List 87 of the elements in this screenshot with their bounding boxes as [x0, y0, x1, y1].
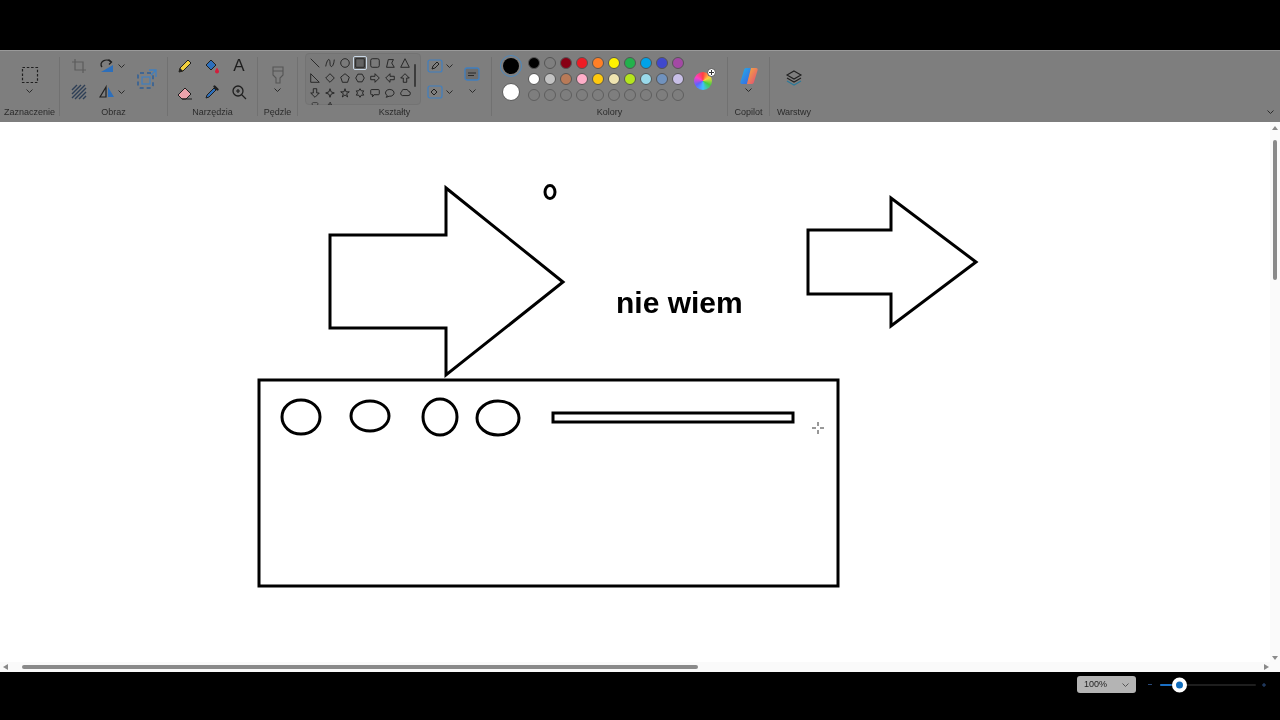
- six-point-star-icon[interactable]: [353, 86, 367, 100]
- color-swatch-icon[interactable]: [592, 57, 604, 69]
- brush-icon[interactable]: [270, 66, 285, 84]
- up-arrow-icon[interactable]: [398, 71, 412, 85]
- shape-style-icon[interactable]: [463, 65, 481, 83]
- color-wheel-icon[interactable]: [694, 68, 716, 90]
- text-tool-button[interactable]: A: [231, 58, 247, 74]
- zoom-dropdown[interactable]: 100%: [1077, 676, 1136, 693]
- group-label: Pędzle: [263, 106, 292, 119]
- diamond-icon[interactable]: [323, 71, 337, 85]
- scroll-up-icon[interactable]: [1272, 126, 1278, 130]
- curve-icon[interactable]: [323, 56, 337, 70]
- color-swatch-icon[interactable]: [672, 57, 684, 69]
- four-point-star-icon[interactable]: [323, 86, 337, 100]
- oval-shape: [543, 184, 557, 200]
- scroll-left-icon[interactable]: [3, 664, 8, 670]
- right-triangle-icon[interactable]: [308, 71, 322, 85]
- chevron-down-icon[interactable]: [118, 90, 125, 94]
- chevron-down-icon[interactable]: [446, 64, 453, 68]
- oval-shape: [349, 399, 391, 433]
- scroll-down-icon[interactable]: [1272, 656, 1278, 660]
- color-swatch-icon[interactable]: [528, 57, 540, 69]
- color-swatch-icon[interactable]: [544, 73, 556, 85]
- rotate-icon[interactable]: [99, 58, 115, 74]
- star-icon[interactable]: [338, 86, 352, 100]
- color-swatch-icon[interactable]: [608, 73, 620, 85]
- oval-shape: [280, 398, 322, 436]
- color-swatch-icon[interactable]: [576, 73, 588, 85]
- color-swatch-icon[interactable]: [656, 57, 668, 69]
- triangle-icon[interactable]: [398, 56, 412, 70]
- group-label: Kształty: [378, 106, 411, 119]
- rectangle-icon[interactable]: [353, 56, 367, 70]
- zoom-icon[interactable]: [231, 84, 247, 100]
- selection-icon[interactable]: [20, 66, 39, 84]
- chevron-down-icon[interactable]: [26, 89, 33, 93]
- flip-icon[interactable]: [99, 84, 115, 100]
- chevron-down-icon[interactable]: [1267, 110, 1274, 114]
- group-label: Zaznaczenie: [4, 106, 55, 119]
- chevron-down-icon[interactable]: [274, 88, 281, 92]
- color-swatch-icon[interactable]: [624, 73, 636, 85]
- chevron-down-icon[interactable]: [1122, 682, 1129, 687]
- layers-icon[interactable]: [785, 69, 803, 87]
- color-picker-icon[interactable]: [204, 84, 220, 100]
- color-swatch-icon[interactable]: [576, 57, 588, 69]
- color-swatch-icon[interactable]: [640, 57, 652, 69]
- slider-thumb[interactable]: [1171, 677, 1187, 692]
- color-swatch-icon[interactable]: [544, 57, 556, 69]
- shape-outline-icon[interactable]: [427, 58, 443, 74]
- left-arrow-icon[interactable]: [383, 71, 397, 85]
- chevron-down-icon[interactable]: [446, 90, 453, 94]
- color-swatch-icon[interactable]: [624, 57, 636, 69]
- scrollbar-thumb[interactable]: [22, 665, 698, 669]
- shape-fill-icon[interactable]: [427, 84, 443, 100]
- oval-speech-bubble-icon[interactable]: [383, 86, 397, 100]
- oval-shape: [475, 399, 521, 437]
- group-label: Obraz: [101, 106, 126, 119]
- chevron-down-icon[interactable]: [468, 89, 476, 93]
- canvas-text: nie wiem: [616, 288, 743, 318]
- down-arrow-icon[interactable]: [308, 86, 322, 100]
- crosshair-cursor-icon: [811, 421, 825, 435]
- polygon-icon[interactable]: [383, 56, 397, 70]
- chevron-down-icon[interactable]: [118, 64, 125, 68]
- color-swatch-icon[interactable]: [656, 73, 668, 85]
- color-swatch-icon[interactable]: [592, 73, 604, 85]
- copilot-icon[interactable]: [738, 66, 759, 86]
- paint-bucket-icon[interactable]: [204, 58, 220, 74]
- group-label: Narzędzia: [192, 106, 233, 119]
- heart-icon[interactable]: [308, 101, 322, 106]
- scrollbar-thumb[interactable]: [414, 64, 416, 87]
- color-swatch-icon[interactable]: [560, 73, 572, 85]
- color-swatch-icon[interactable]: [528, 73, 540, 85]
- group-label: Copilot: [734, 106, 763, 119]
- color-swatch-icon[interactable]: [608, 57, 620, 69]
- group-label: Warstwy: [776, 106, 812, 119]
- color-swatch-icon[interactable]: [560, 57, 572, 69]
- speech-bubble-icon[interactable]: [368, 86, 382, 100]
- chevron-down-icon[interactable]: [745, 88, 752, 92]
- oval-shape: [421, 397, 459, 437]
- color-swatch-icon[interactable]: [672, 73, 684, 85]
- color-swatch-icon[interactable]: [640, 73, 652, 85]
- group-label: Kolory: [596, 106, 623, 119]
- scrollbar-thumb[interactable]: [1273, 140, 1277, 280]
- scroll-right-icon[interactable]: [1264, 664, 1269, 670]
- plus-icon[interactable]: [1262, 682, 1266, 687]
- pencil-icon[interactable]: [177, 58, 193, 74]
- line-icon[interactable]: [308, 56, 322, 70]
- active-color-icon[interactable]: [502, 83, 520, 101]
